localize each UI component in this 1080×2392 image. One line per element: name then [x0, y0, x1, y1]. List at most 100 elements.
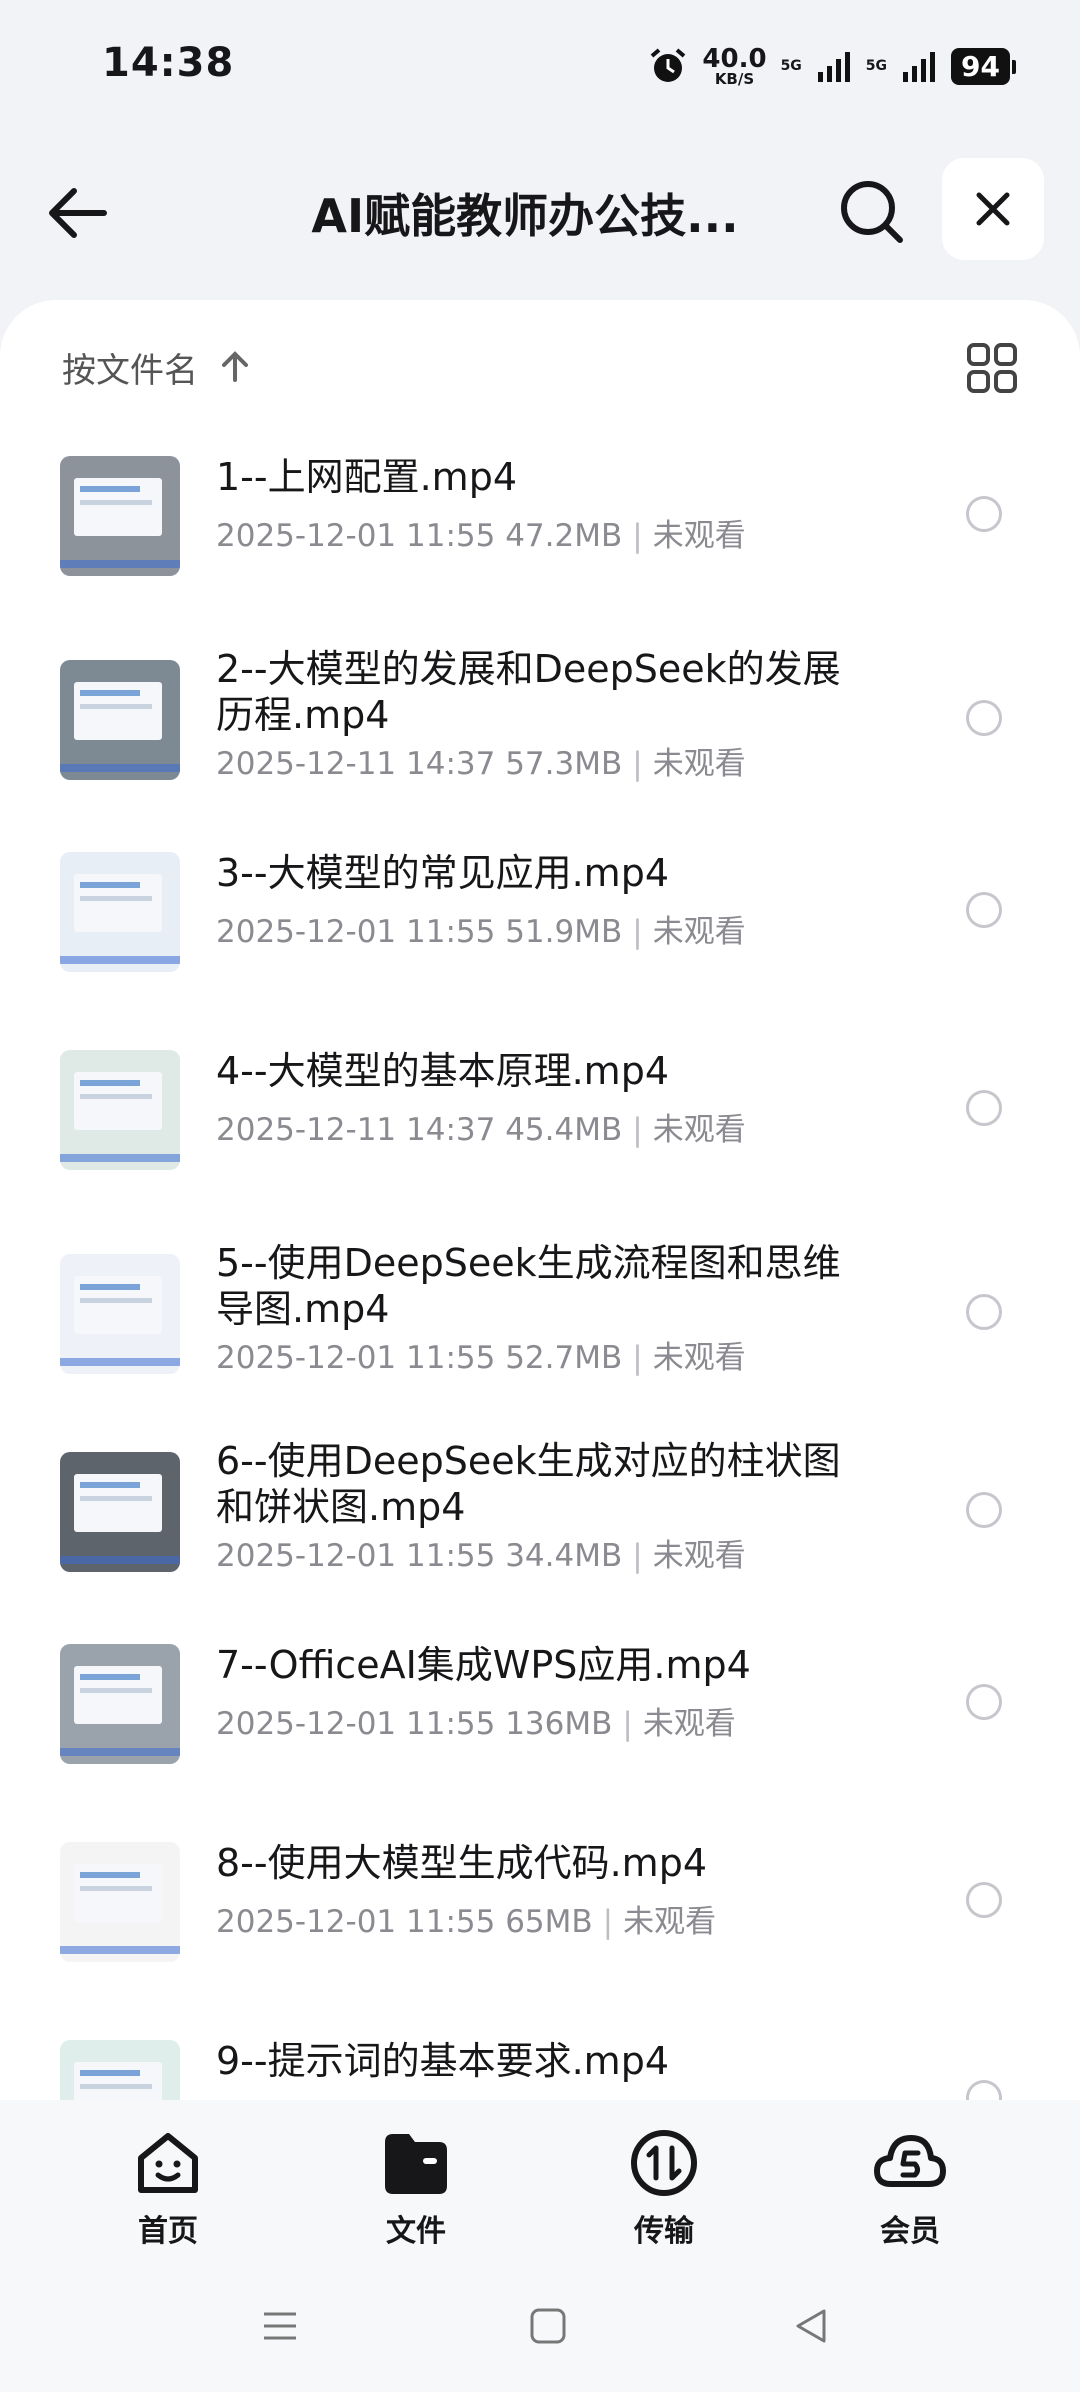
- select-radio[interactable]: [966, 1090, 1002, 1126]
- video-thumbnail: [60, 660, 180, 780]
- network-speed: 40.0 KB/S: [702, 43, 767, 88]
- nav-home[interactable]: 首页: [98, 2128, 238, 2250]
- search-icon[interactable]: [836, 176, 906, 246]
- nav-transfer[interactable]: 传输: [594, 2128, 734, 2250]
- watch-status: 未观看: [642, 1706, 736, 1742]
- separator: |: [632, 1112, 643, 1148]
- home-smile-icon: [138, 2133, 198, 2193]
- file-size: 34.4MB: [505, 1538, 623, 1574]
- transfer-icon: [631, 2130, 697, 2196]
- watch-status: 未观看: [623, 1904, 717, 1940]
- select-radio[interactable]: [966, 496, 1002, 532]
- file-row[interactable]: 9--提示词的基本要求.mp4: [0, 2032, 1080, 2100]
- file-meta: 2025-12-01 11:55 34.4MB | 未观看: [216, 1530, 746, 1575]
- file-name: 3--大模型的常见应用.mp4: [216, 851, 669, 895]
- close-button[interactable]: [942, 158, 1044, 260]
- video-thumbnail: [60, 1254, 180, 1374]
- file-date: 2025-12-01 11:55: [216, 1706, 506, 1742]
- file-row[interactable]: 2--大模型的发展和DeepSeek的发展历程.mp4 2025-12-11 14…: [0, 646, 1080, 844]
- signal-icon-2: [903, 52, 936, 82]
- file-meta: 2025-12-11 14:37 45.4MB | 未观看: [216, 1104, 746, 1149]
- select-radio[interactable]: [966, 892, 1002, 928]
- separator: |: [622, 1706, 633, 1742]
- battery-indicator: 94: [951, 47, 1016, 85]
- home-square-icon[interactable]: [528, 2306, 568, 2346]
- separator: |: [632, 518, 643, 554]
- file-date: 2025-12-01 11:55: [216, 518, 506, 554]
- menu-icon[interactable]: [260, 2306, 300, 2346]
- separator: |: [632, 746, 643, 782]
- file-row[interactable]: 8--使用大模型生成代码.mp4 2025-12-01 11:55 65MB | 未观…: [0, 1834, 1080, 2032]
- file-name: 1--上网配置.mp4: [216, 455, 517, 499]
- select-radio[interactable]: [966, 1684, 1002, 1720]
- file-name: 5--使用DeepSeek生成流程图和思维导图.mp4: [216, 1241, 841, 1331]
- video-thumbnail: [60, 2040, 180, 2100]
- sort-label: 按文件名: [62, 350, 198, 391]
- select-radio[interactable]: [966, 700, 1002, 736]
- status-time: 14:38: [102, 40, 235, 86]
- status-bar: 14:38 40.0 KB/S 5G 5G 94: [0, 0, 1080, 130]
- file-meta: 2025-12-11 14:37 57.3MB | 未观看: [216, 738, 746, 783]
- file-date: 2025-12-01 11:55: [216, 1538, 506, 1574]
- select-radio[interactable]: [966, 1882, 1002, 1918]
- back-arrow-icon[interactable]: [44, 178, 114, 248]
- alarm-icon: [651, 48, 686, 82]
- sort-control[interactable]: 按文件名: [62, 342, 252, 392]
- file-row[interactable]: 5--使用DeepSeek生成流程图和思维导图.mp4 2025-12-01 11…: [0, 1240, 1080, 1438]
- select-radio[interactable]: [966, 1492, 1002, 1528]
- watch-status: 未观看: [652, 1112, 746, 1148]
- watch-status: 未观看: [652, 914, 746, 950]
- separator: |: [602, 1904, 614, 1940]
- file-row[interactable]: 7--OfficeAI集成WPS应用.mp4 2025-12-01 11:55 1…: [0, 1636, 1080, 1834]
- file-list-panel: 按文件名 1--上网配置.mp4 2025-12-01 11:55 47.2MB |…: [0, 300, 1080, 2100]
- status-icons: 40.0 KB/S 5G 5G 94: [648, 42, 1016, 90]
- separator: |: [632, 914, 643, 950]
- page-title: AI赋能教师办公技...: [311, 189, 739, 243]
- select-radio[interactable]: [966, 2080, 1002, 2100]
- watch-status: 未观看: [652, 1340, 746, 1376]
- file-name: 6--使用DeepSeek生成对应的柱状图和饼状图.mp4: [216, 1439, 841, 1529]
- file-row[interactable]: 3--大模型的常见应用.mp4 2025-12-01 11:55 51.9MB | 未…: [0, 844, 1080, 1042]
- sort-ascending-icon: [222, 351, 248, 382]
- video-thumbnail: [60, 1050, 180, 1170]
- file-size: 51.9MB: [505, 914, 623, 950]
- back-triangle-icon[interactable]: [792, 2306, 832, 2346]
- file-date: 2025-12-11 14:37: [216, 1112, 506, 1148]
- watch-status: 未观看: [652, 518, 746, 554]
- nav-files[interactable]: 文件: [346, 2128, 486, 2250]
- network-type-2: 5G: [865, 58, 888, 74]
- file-name: 7--OfficeAI集成WPS应用.mp4: [216, 1643, 751, 1687]
- watch-status: 未观看: [652, 1538, 746, 1574]
- file-date: 2025-12-01 11:55: [216, 914, 506, 950]
- video-thumbnail: [60, 1452, 180, 1572]
- file-meta: 2025-12-01 11:55 65MB | 未观看: [216, 1896, 716, 1941]
- file-meta: 2025-12-01 11:55 52.7MB | 未观看: [216, 1332, 746, 1377]
- file-name: 8--使用大模型生成代码.mp4: [216, 1841, 707, 1885]
- grid-view-icon[interactable]: [966, 342, 1018, 394]
- file-row[interactable]: 1--上网配置.mp4 2025-12-01 11:55 47.2MB | 未观看: [0, 448, 1080, 646]
- file-size: 47.2MB: [505, 518, 623, 554]
- file-size: 45.4MB: [505, 1112, 623, 1148]
- nav-vip[interactable]: 会员: [840, 2128, 980, 2250]
- file-date: 2025-12-01 11:55: [216, 1340, 506, 1376]
- select-radio[interactable]: [966, 1294, 1002, 1330]
- file-row[interactable]: 6--使用DeepSeek生成对应的柱状图和饼状图.mp4 2025-12-01 …: [0, 1438, 1080, 1636]
- close-icon: [976, 192, 1010, 226]
- file-size: 65MB: [505, 1904, 593, 1940]
- file-meta: 2025-12-01 11:55 51.9MB | 未观看: [216, 906, 746, 951]
- signal-icon: [817, 52, 850, 82]
- file-size: 136MB: [505, 1706, 613, 1742]
- file-date: 2025-12-01 11:55: [216, 1904, 506, 1940]
- file-meta: 2025-12-01 11:55 47.2MB | 未观看: [216, 510, 746, 555]
- file-name: 9--提示词的基本要求.mp4: [216, 2039, 669, 2083]
- file-size: 57.3MB: [505, 746, 623, 782]
- separator: |: [632, 1340, 643, 1376]
- cloud-vip-icon: [874, 2135, 946, 2187]
- top-bar: AI赋能教师办公技...: [0, 150, 1080, 270]
- file-row[interactable]: 4--大模型的基本原理.mp4 2025-12-11 14:37 45.4MB | 未…: [0, 1042, 1080, 1240]
- network-type-1: 5G: [780, 58, 802, 74]
- file-meta: 2025-12-01 11:55 136MB | 未观看: [216, 1698, 736, 1743]
- file-date: 2025-12-11 14:37: [216, 746, 506, 782]
- system-nav-bar: [0, 2260, 1080, 2392]
- separator: |: [632, 1538, 643, 1574]
